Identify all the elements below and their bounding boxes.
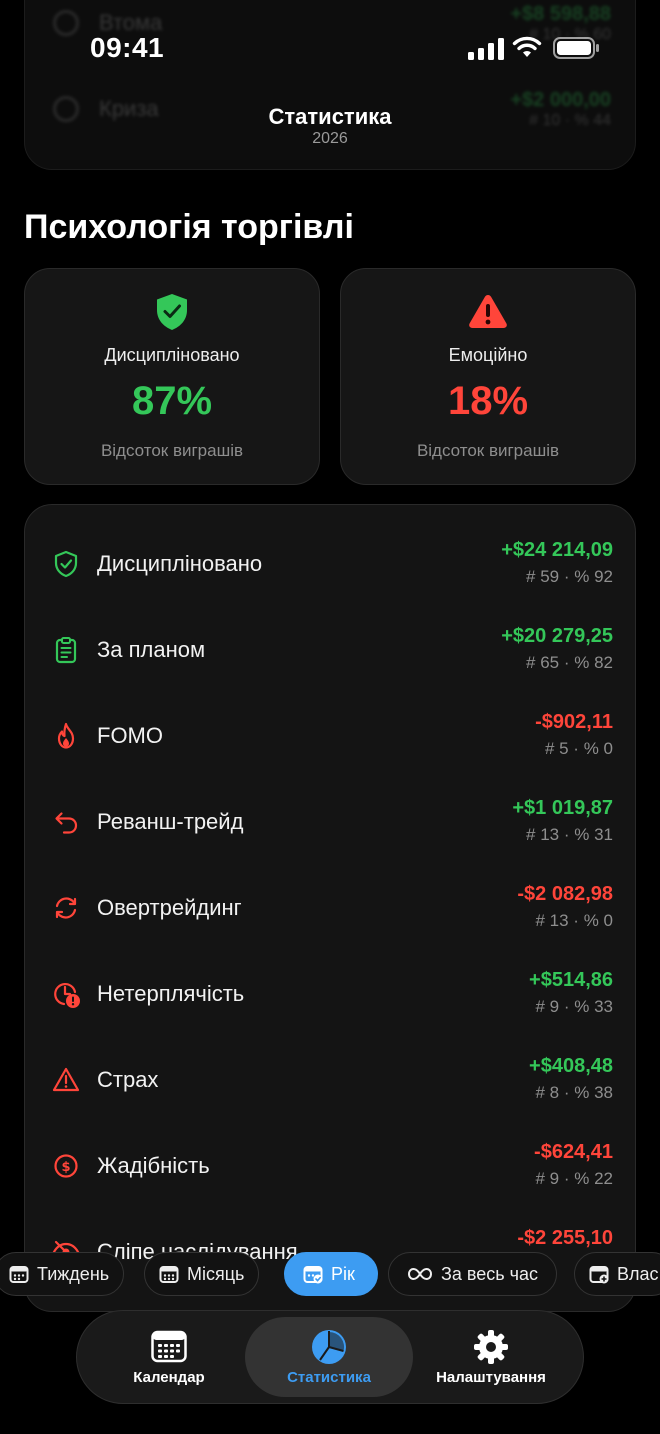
stat-amount: +$1 019,87 xyxy=(512,797,613,819)
flame-icon xyxy=(57,722,75,749)
stat-row-greed[interactable]: $ Жадібність -$624,41 # 9 · % 22 xyxy=(25,1129,635,1215)
dollar-circle-icon: $ xyxy=(54,1154,78,1178)
stat-count-winrate: # 8 · % 38 xyxy=(535,1083,614,1102)
clipboard-icon xyxy=(55,637,77,664)
cellular-signal-icon xyxy=(468,38,504,60)
stat-amount: +$514,86 xyxy=(529,969,613,991)
warning-triangle-icon xyxy=(52,1067,80,1092)
page-title: Статистика xyxy=(268,104,392,129)
stat-amount: -$624,41 xyxy=(534,1141,613,1163)
stat-row-fear[interactable]: Страх +$408,48 # 8 · % 38 xyxy=(25,1043,635,1129)
stat-row-impatience[interactable]: Нетерплячість +$514,86 # 9 · % 33 xyxy=(25,957,635,1043)
period-chip-label: Тиждень xyxy=(37,1263,110,1284)
stat-count-winrate: # 59 · % 92 xyxy=(526,567,613,586)
stat-label: За планом xyxy=(97,637,206,662)
summary-label: Дисципліновано xyxy=(104,345,240,365)
stat-count-winrate: # 9 · % 22 xyxy=(535,1169,614,1188)
calendar-icon xyxy=(159,1266,179,1283)
period-chip-all-time[interactable]: За весь час xyxy=(388,1252,558,1296)
stat-amount: +$24 214,09 xyxy=(501,539,613,561)
stat-row-plan[interactable]: За планом +$20 279,25 # 65 · % 82 xyxy=(25,613,635,699)
wifi-icon xyxy=(512,36,542,57)
stat-label: FOMO xyxy=(97,723,163,748)
stat-label: Нетерплячість xyxy=(97,981,245,1006)
stat-amount: +$20 279,25 xyxy=(501,625,613,647)
stat-label: Жадібність xyxy=(97,1153,210,1178)
calendar-icon xyxy=(151,1330,187,1363)
stat-count-winrate: # 65 · % 82 xyxy=(526,653,613,672)
summary-win-rate: 87% xyxy=(131,379,213,423)
page-subtitle: 2026 xyxy=(312,130,348,147)
summary-win-rate: 18% xyxy=(447,379,529,423)
return-arrow-icon xyxy=(55,812,78,834)
stat-amount: -$2 082,98 xyxy=(517,883,613,905)
status-time: 09:41 xyxy=(90,32,165,63)
stat-row-fomo[interactable]: FOMO -$902,11 # 5 · % 0 xyxy=(25,699,635,785)
stat-count-winrate: # 13 · % 0 xyxy=(535,911,614,930)
stat-count-winrate: # 5 · % 0 xyxy=(544,739,613,758)
stat-row-overtrading[interactable]: Овертрейдинг -$2 082,98 # 13 · % 0 xyxy=(25,871,635,957)
calendar-check-icon xyxy=(303,1266,323,1284)
psychology-stats-list: Дисципліновано +$24 214,09 # 59 · % 92 З… xyxy=(24,504,636,1312)
period-selector: Тиждень Місяць Рік За весь час Влас xyxy=(0,1252,660,1298)
stat-label: Овертрейдинг xyxy=(97,895,242,920)
gear-icon xyxy=(474,1330,508,1364)
period-chip-custom[interactable]: Влас xyxy=(574,1252,660,1296)
stat-amount: +$408,48 xyxy=(529,1055,613,1077)
emotional-summary-card: Емоційно 18% Відсоток виграшів xyxy=(340,268,636,485)
stat-row-disciplined[interactable]: Дисципліновано +$24 214,09 # 59 · % 92 xyxy=(25,527,635,613)
shield-check-icon xyxy=(157,294,187,330)
stat-row-revenge[interactable]: Реванш-трейд +$1 019,87 # 13 · % 31 xyxy=(25,785,635,871)
summary-caption: Відсоток виграшів xyxy=(416,441,560,460)
clock-alert-icon xyxy=(54,983,80,1008)
status-bar: 09:41 xyxy=(0,0,660,96)
stat-label: Страх xyxy=(97,1067,159,1092)
calendar-icon xyxy=(9,1266,29,1283)
period-chip-year[interactable]: Рік xyxy=(284,1252,378,1296)
warning-triangle-icon xyxy=(469,295,507,328)
battery-icon xyxy=(553,37,599,59)
stat-amount: -$2 255,10 xyxy=(517,1227,613,1249)
period-chip-label: Влас xyxy=(617,1263,659,1284)
period-chip-label: Місяць xyxy=(187,1263,245,1284)
refresh-icon xyxy=(55,897,77,919)
disciplined-summary-card: Дисципліновано 87% Відсоток виграшів xyxy=(24,268,320,485)
pie-chart-icon xyxy=(312,1330,346,1364)
svg-text:$: $ xyxy=(61,1160,70,1175)
summary-label: Емоційно xyxy=(448,345,528,365)
section-title: Психологія торгівлі xyxy=(24,208,354,246)
tab-label: Календар xyxy=(133,1369,205,1386)
stat-label: Реванш-трейд xyxy=(97,809,244,834)
stat-count-winrate: # 13 · % 31 xyxy=(526,825,613,844)
stat-count-winrate: # 9 · % 33 xyxy=(535,997,614,1016)
tab-statistics[interactable]: Статистика xyxy=(245,1317,413,1397)
period-chip-label: За весь час xyxy=(441,1263,539,1284)
tab-settings[interactable]: Налаштування xyxy=(407,1317,575,1397)
period-chip-week[interactable]: Тиждень xyxy=(0,1252,125,1296)
stat-label: Дисципліновано xyxy=(97,551,263,576)
tab-bar: Календар Статистика Налаштування xyxy=(76,1310,584,1404)
shield-check-icon xyxy=(54,550,78,578)
stat-amount: -$902,11 xyxy=(535,711,613,733)
tab-label: Налаштування xyxy=(436,1369,546,1386)
period-chip-label: Рік xyxy=(331,1263,355,1284)
period-chip-month[interactable]: Місяць xyxy=(144,1252,260,1296)
calendar-plus-icon xyxy=(589,1266,609,1284)
tab-label: Статистика xyxy=(287,1369,371,1386)
summary-caption: Відсоток виграшів xyxy=(100,441,244,460)
infinity-icon xyxy=(407,1267,433,1281)
tab-calendar[interactable]: Календар xyxy=(85,1317,253,1397)
